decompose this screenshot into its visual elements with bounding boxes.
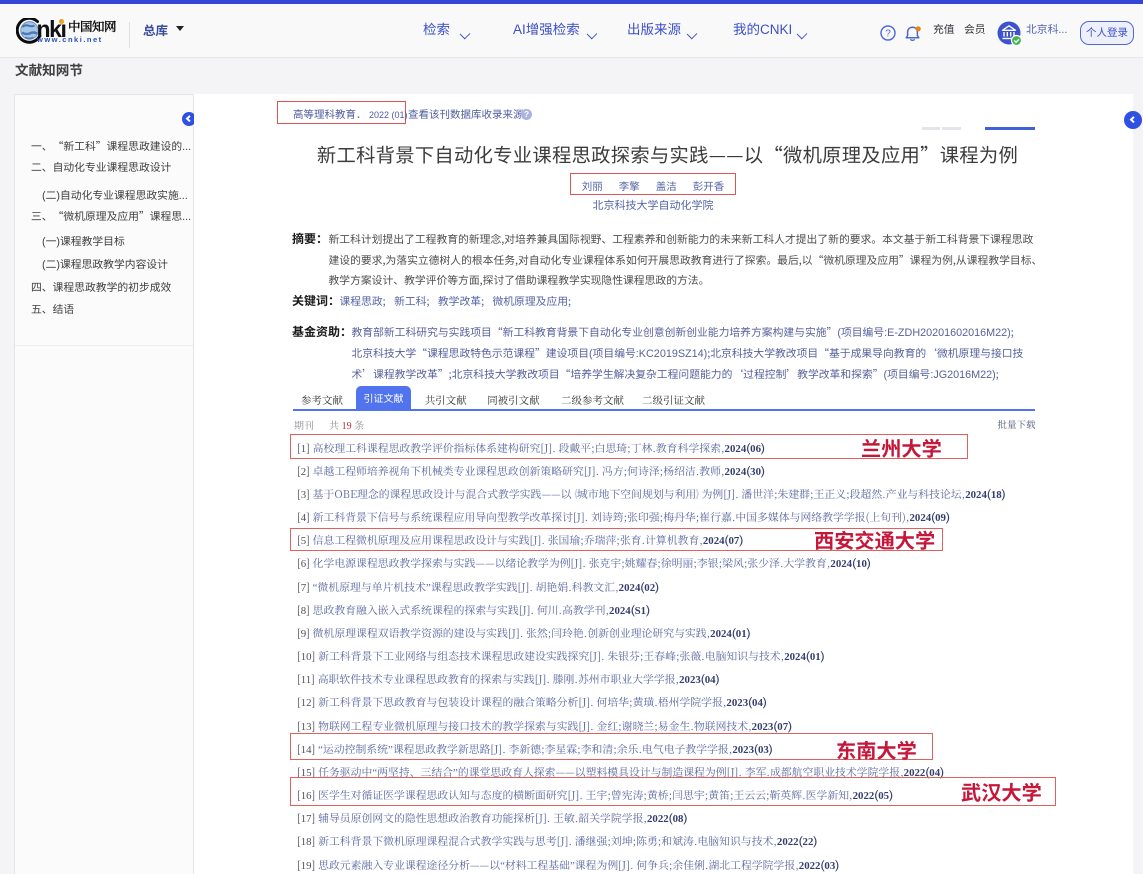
svg-text:?: ? — [885, 29, 891, 40]
